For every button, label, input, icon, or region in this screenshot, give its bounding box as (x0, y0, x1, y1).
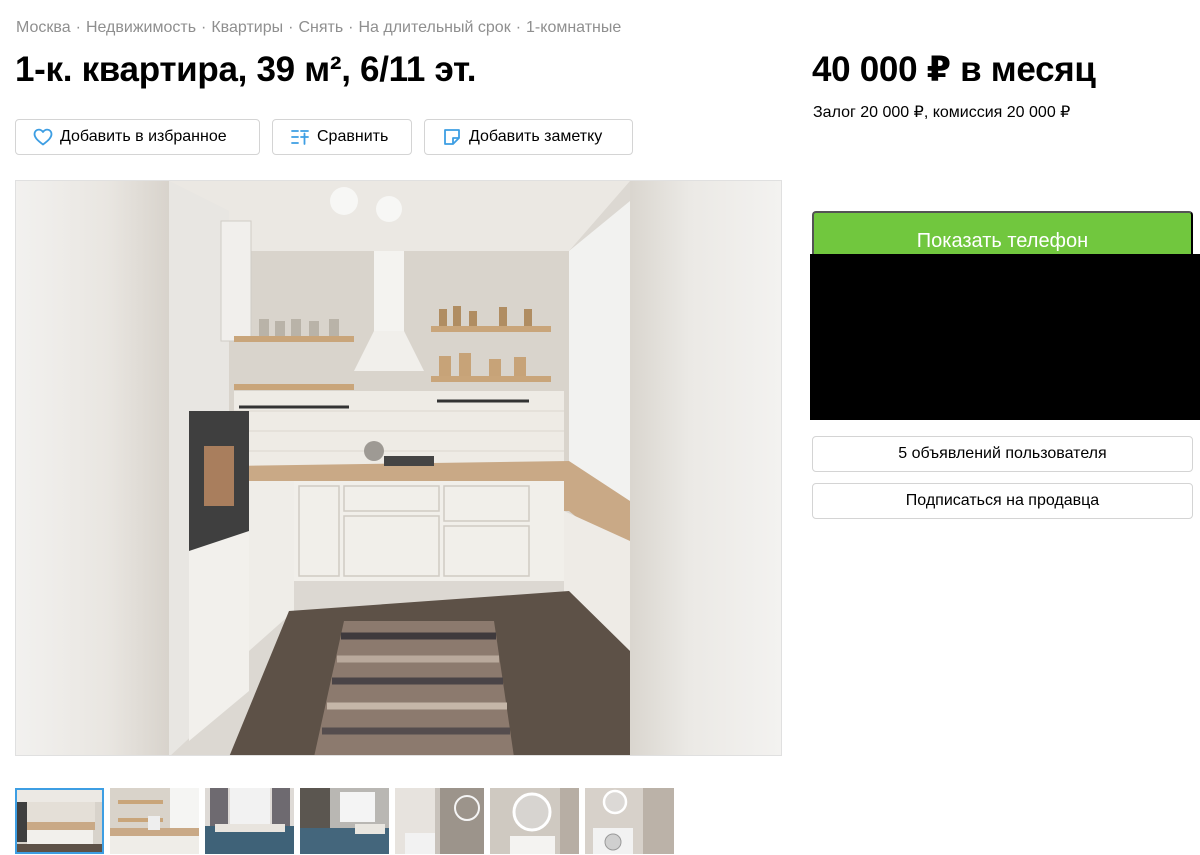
thumbnail-bathroom-mirror[interactable] (490, 788, 579, 854)
add-note-label: Добавить заметку (469, 128, 603, 145)
add-to-favorites-button[interactable]: Добавить в избранное (15, 119, 260, 155)
thumbnail-bathroom-washer[interactable] (585, 788, 674, 854)
compare-list-icon (289, 126, 311, 148)
breadcrumb-separator: · (288, 19, 294, 36)
breadcrumb-item-rent[interactable]: Снять (298, 19, 343, 36)
heart-icon (32, 126, 54, 148)
breadcrumb-separator: · (515, 19, 522, 36)
thumbnail-kitchen[interactable] (15, 788, 104, 854)
deposit-info: Залог 20 000 ₽, комиссия 20 000 ₽ (813, 104, 1071, 121)
breadcrumb-separator: · (75, 19, 81, 36)
main-photo-kitchen[interactable] (169, 181, 630, 756)
thumbnail-bedroom[interactable] (205, 788, 294, 854)
thumbnail-strip (15, 788, 674, 854)
subscribe-seller-button[interactable]: Подписаться на продавца (812, 483, 1193, 519)
thumbnail-kitchen-2[interactable] (110, 788, 199, 854)
listing-price: 40 000 ₽ в месяц (812, 50, 1096, 89)
gallery-blur-right (628, 181, 781, 755)
add-to-favorites-label: Добавить в избранное (60, 128, 227, 145)
listing-title: 1-к. квартира, 39 м², 6/11 эт. (15, 50, 477, 89)
gallery-blur-left (16, 181, 169, 755)
add-note-button[interactable]: Добавить заметку (424, 119, 633, 155)
breadcrumb-item-long-term[interactable]: На длительный срок (358, 19, 510, 36)
user-listings-button[interactable]: 5 объявлений пользователя (812, 436, 1193, 472)
thumbnail-bedroom-2[interactable] (300, 788, 389, 854)
breadcrumb-item-apartments[interactable]: Квартиры (211, 19, 283, 36)
breadcrumb: Москва · Недвижимость · Квартиры · Снять · На дл… (16, 19, 621, 37)
compare-label: Сравнить (317, 128, 389, 145)
breadcrumb-item-realty[interactable]: Недвижимость (86, 19, 196, 36)
breadcrumb-item-one-room[interactable]: 1-комнатные (526, 19, 621, 36)
breadcrumb-separator: · (348, 19, 354, 36)
redacted-area (810, 254, 1200, 420)
breadcrumb-item-city[interactable]: Москва (16, 19, 71, 36)
photo-gallery[interactable] (15, 180, 782, 756)
thumbnail-bathroom[interactable] (395, 788, 484, 854)
breadcrumb-separator: · (201, 19, 207, 36)
compare-button[interactable]: Сравнить (272, 119, 412, 155)
note-icon (441, 126, 463, 148)
